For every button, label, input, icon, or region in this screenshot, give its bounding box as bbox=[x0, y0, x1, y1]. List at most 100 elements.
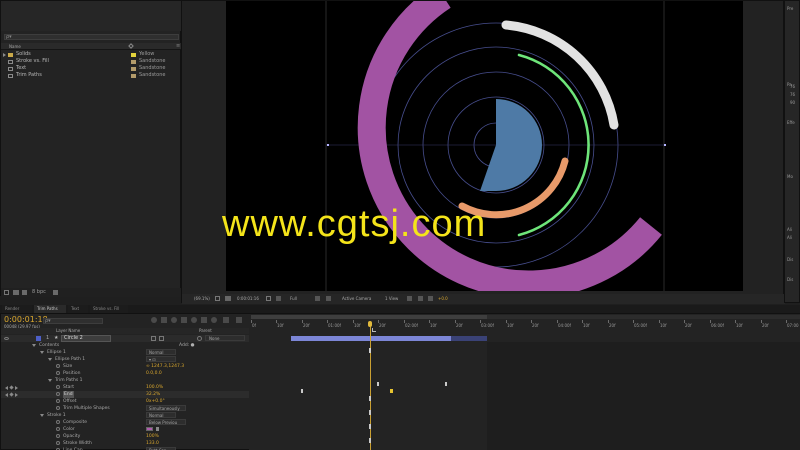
property-row[interactable]: End 32.2% bbox=[1, 391, 249, 398]
shy-layers-icon[interactable] bbox=[171, 317, 177, 323]
reset-exposure-icon[interactable] bbox=[428, 296, 433, 301]
width-keyframe-marker[interactable] bbox=[369, 438, 371, 443]
new-comp-icon[interactable] bbox=[22, 290, 27, 295]
layer-label-swatch[interactable] bbox=[36, 336, 41, 341]
twirl-down-icon[interactable] bbox=[32, 344, 36, 347]
property-row[interactable]: Offset 0x+0.0° bbox=[1, 398, 249, 405]
right-panel-label[interactable]: Mo bbox=[787, 173, 793, 180]
draft-3d-icon[interactable] bbox=[161, 317, 167, 323]
twirl-down-icon[interactable] bbox=[48, 358, 52, 361]
keyframe-nav-next-icon[interactable] bbox=[15, 393, 18, 397]
timeline-tab[interactable]: Text bbox=[68, 305, 88, 313]
keyframe-nav-next-icon[interactable] bbox=[15, 386, 18, 390]
property-row[interactable]: Trim Paths 1 bbox=[1, 377, 249, 384]
property-row[interactable]: Composite Below Previou bbox=[1, 419, 249, 426]
property-dropdown[interactable]: Normal bbox=[146, 412, 176, 418]
property-row[interactable]: Stroke 1 Normal bbox=[1, 412, 249, 419]
property-dropdown[interactable]: Normal bbox=[146, 349, 176, 355]
view-options-icon[interactable] bbox=[407, 296, 412, 301]
stopwatch-icon[interactable] bbox=[56, 441, 60, 445]
keyframe-nav-prev-icon[interactable] bbox=[5, 386, 8, 390]
project-col-name[interactable]: Name bbox=[9, 43, 21, 50]
interpret-footage-icon[interactable] bbox=[4, 290, 9, 295]
property-value[interactable]: 0x+0.0° bbox=[146, 398, 165, 405]
auto-keyframe-icon[interactable] bbox=[223, 317, 229, 323]
property-row[interactable]: Size ∞ 1247.3,1247.3 bbox=[1, 363, 249, 370]
shape-layer-switch[interactable] bbox=[151, 336, 156, 341]
range-bracket[interactable] bbox=[372, 328, 376, 332]
stroke-keyframe-marker[interactable] bbox=[369, 410, 371, 415]
playhead-keyframe-marker[interactable] bbox=[369, 348, 371, 353]
resolution-dropdown[interactable]: Full bbox=[290, 295, 297, 302]
project-item[interactable]: Text Sandstone bbox=[1, 65, 182, 72]
stopwatch-icon[interactable] bbox=[56, 364, 60, 368]
grid-toggle-icon[interactable] bbox=[215, 296, 220, 301]
layer-duration-bar[interactable] bbox=[291, 336, 451, 341]
property-row[interactable]: Color bbox=[1, 426, 249, 433]
work-area-end[interactable] bbox=[487, 315, 800, 319]
property-dropdown[interactable]: Simultaneously bbox=[146, 405, 186, 411]
stopwatch-icon[interactable] bbox=[56, 385, 60, 389]
snapshot-icon[interactable] bbox=[225, 296, 231, 301]
layer-name-field[interactable]: Circle 2 bbox=[61, 335, 111, 342]
region-icon[interactable] bbox=[266, 296, 271, 301]
right-panel-label[interactable]: Effe bbox=[787, 119, 795, 126]
property-row[interactable]: Contents Add: ● bbox=[1, 342, 249, 349]
label-color-swatch[interactable] bbox=[131, 59, 136, 64]
twirl-down-icon[interactable] bbox=[48, 379, 52, 382]
parent-dropdown[interactable]: None bbox=[205, 335, 245, 341]
layer-row[interactable]: 1 ★ Circle 2 None bbox=[1, 335, 249, 342]
col-layer-name[interactable]: Layer Name bbox=[56, 327, 80, 334]
stopwatch-icon[interactable] bbox=[56, 371, 60, 375]
twirl-down-icon[interactable] bbox=[40, 351, 44, 354]
property-dropdown[interactable]: ▾ ⊡ bbox=[146, 356, 176, 362]
project-search-input[interactable]: ρ▾ bbox=[4, 34, 179, 40]
project-item[interactable]: Stroke vs. Fill Sandstone bbox=[1, 58, 182, 65]
label-color-swatch[interactable] bbox=[131, 66, 136, 71]
end-keyframe-1[interactable] bbox=[301, 389, 303, 393]
delete-icon[interactable] bbox=[53, 290, 58, 295]
label-color-swatch[interactable] bbox=[131, 73, 136, 78]
channel-icon[interactable] bbox=[326, 296, 331, 301]
bit-depth-label[interactable]: 8 bpc bbox=[32, 289, 46, 296]
camera-dropdown[interactable]: Active Camera bbox=[342, 295, 371, 302]
fx-switch[interactable] bbox=[159, 336, 164, 341]
label-color-swatch[interactable] bbox=[131, 52, 136, 57]
viewer-timecode[interactable]: 0:00:01:16 bbox=[237, 295, 259, 302]
zoom-dropdown[interactable]: (69.1%) bbox=[194, 295, 210, 302]
composition-canvas[interactable] bbox=[226, 1, 743, 291]
property-row[interactable]: Trim Multiple Shapes Simultaneously bbox=[1, 405, 249, 412]
graph-toggle-icon[interactable] bbox=[236, 317, 242, 323]
project-item[interactable]: Solids Yellow bbox=[1, 51, 182, 58]
property-row[interactable]: Position 0.0,0.0 bbox=[1, 370, 249, 377]
property-value[interactable]: 32.2% bbox=[146, 391, 160, 398]
exposure-value[interactable]: +0.0 bbox=[438, 295, 448, 302]
right-panel-label[interactable]: Pre bbox=[787, 5, 793, 12]
property-value[interactable]: 100% bbox=[146, 433, 159, 440]
column-options-icon[interactable]: ≡ bbox=[176, 43, 180, 49]
graph-editor-icon[interactable] bbox=[201, 317, 207, 323]
timeline-search-input[interactable]: ρ▾ bbox=[43, 318, 103, 324]
timeline-tab[interactable]: Trim Paths bbox=[34, 305, 66, 313]
work-area-bar[interactable] bbox=[251, 315, 487, 319]
time-ruler[interactable]: 0f 10f 20f 01:00f 10f 20f 02:00f 10f 20f 03:00f 10… bbox=[251, 320, 799, 329]
parent-pickwhip-icon[interactable] bbox=[197, 336, 202, 341]
col-parent[interactable]: Parent bbox=[199, 327, 212, 334]
property-row[interactable]: Ellipse 1 Normal bbox=[1, 349, 249, 356]
stopwatch-icon[interactable] bbox=[56, 406, 60, 410]
stopwatch-icon[interactable] bbox=[56, 392, 60, 396]
keyframe-add-icon[interactable] bbox=[9, 385, 14, 390]
opacity-keyframe-marker[interactable] bbox=[369, 424, 371, 429]
stopwatch-icon[interactable] bbox=[56, 427, 60, 431]
right-panel-label[interactable]: Dis bbox=[787, 256, 793, 263]
right-panel-label[interactable]: Ali bbox=[787, 226, 792, 233]
add-menu[interactable]: Add: ● bbox=[179, 342, 195, 349]
transparency-grid-icon[interactable] bbox=[276, 296, 281, 301]
motion-blur-icon[interactable] bbox=[191, 317, 197, 323]
brainstorm-icon[interactable] bbox=[211, 317, 217, 323]
stopwatch-icon[interactable] bbox=[56, 434, 60, 438]
end-keyframe-2[interactable] bbox=[390, 389, 393, 393]
keyframe-add-icon[interactable] bbox=[9, 392, 14, 397]
property-dropdown[interactable]: Below Previou bbox=[146, 419, 186, 425]
right-panel-label[interactable]: Dis bbox=[787, 276, 793, 283]
